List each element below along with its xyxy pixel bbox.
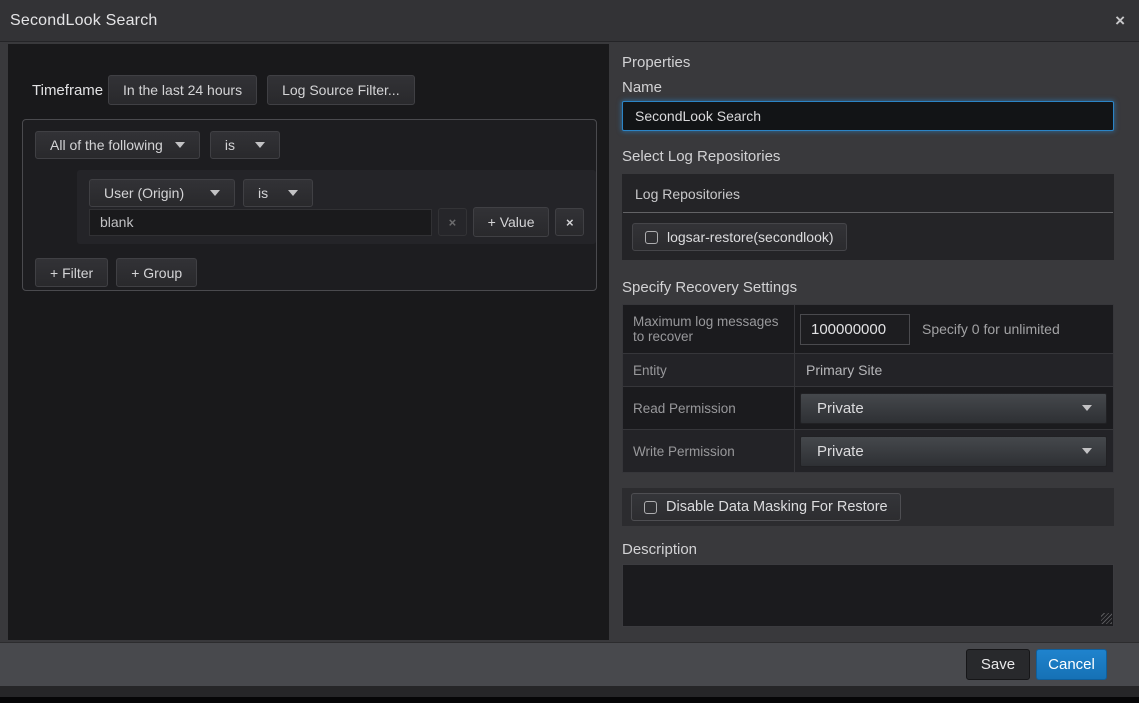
entity-value: Primary Site — [800, 362, 882, 378]
data-masking-strip: Disable Data Masking For Restore — [622, 488, 1114, 526]
log-repositories-title: Log Repositories — [623, 174, 1113, 213]
rule-condition-dropdown[interactable]: is — [243, 179, 313, 207]
recovery-settings-table: Maximum log messages to recover Specify … — [622, 304, 1114, 473]
rule-field-dropdown[interactable]: User (Origin) — [89, 179, 235, 207]
filter-value-row: × + Value × — [89, 207, 584, 237]
description-wrap — [622, 564, 1114, 627]
dialog-footer: Save Cancel — [0, 642, 1139, 686]
background-strip — [0, 697, 1139, 703]
table-row-entity: Entity Primary Site — [623, 354, 1113, 387]
recovery-section-label: Specify Recovery Settings — [622, 279, 1114, 296]
filter-rule-row: User (Origin) is — [89, 179, 584, 207]
close-icon[interactable]: × — [1115, 12, 1125, 29]
group-condition-value: is — [225, 137, 235, 153]
rule-condition-value: is — [258, 185, 268, 201]
dialog-title: SecondLook Search — [10, 12, 158, 30]
read-permission-dropdown[interactable]: Private — [800, 393, 1107, 424]
filter-group-box: All of the following is User (Origin) is — [22, 119, 597, 291]
repositories-section-label: Select Log Repositories — [622, 148, 1114, 165]
max-messages-label: Maximum log messages to recover — [623, 305, 795, 353]
remove-value-button[interactable]: × — [438, 208, 467, 236]
properties-panel: Properties Name Select Log Repositories … — [622, 54, 1114, 627]
group-operator-value: All of the following — [50, 137, 163, 153]
chevron-down-icon — [1082, 405, 1092, 411]
add-group-button[interactable]: + Group — [116, 258, 197, 287]
name-input[interactable] — [622, 101, 1114, 131]
remove-icon: × — [566, 215, 574, 230]
write-permission-dropdown[interactable]: Private — [800, 436, 1107, 467]
filter-rule-box: User (Origin) is × + Value × — [77, 170, 596, 244]
max-messages-hint: Specify 0 for unlimited — [922, 321, 1060, 337]
dialog-titlebar: SecondLook Search × — [0, 0, 1139, 42]
checkbox-icon — [644, 501, 657, 514]
name-label: Name — [622, 79, 1114, 96]
save-button[interactable]: Save — [966, 649, 1030, 680]
max-messages-input[interactable] — [800, 314, 910, 345]
remove-icon: × — [449, 215, 457, 230]
repository-checkbox-item[interactable]: logsar-restore(secondlook) — [632, 223, 847, 251]
description-label: Description — [622, 541, 1114, 558]
rule-value-input[interactable] — [89, 209, 432, 236]
chevron-down-icon — [288, 190, 298, 196]
log-repositories-panel: Log Repositories logsar-restore(secondlo… — [622, 174, 1114, 260]
remove-filter-button[interactable]: × — [555, 208, 584, 236]
rule-field-value: User (Origin) — [104, 185, 184, 201]
chevron-down-icon — [175, 142, 185, 148]
add-value-button[interactable]: + Value — [473, 207, 550, 237]
disable-data-masking-label: Disable Data Masking For Restore — [666, 499, 888, 515]
add-filter-button[interactable]: + Filter — [35, 258, 108, 287]
filter-group-row: All of the following is — [35, 131, 584, 159]
read-permission-value: Private — [817, 400, 864, 417]
entity-label: Entity — [623, 354, 795, 386]
checkbox-icon — [645, 231, 658, 244]
timeframe-label: Timeframe — [32, 82, 108, 99]
search-criteria-panel: Timeframe In the last 24 hours Log Sourc… — [8, 44, 609, 640]
chevron-down-icon — [255, 142, 265, 148]
repository-item-label: logsar-restore(secondlook) — [667, 229, 834, 245]
cancel-button[interactable]: Cancel — [1036, 649, 1107, 680]
chevron-down-icon — [1082, 448, 1092, 454]
log-source-filter-button[interactable]: Log Source Filter... — [267, 75, 415, 105]
table-row-read-permission: Read Permission Private — [623, 387, 1113, 430]
write-permission-label: Write Permission — [623, 430, 795, 472]
dialog-bottom-edge — [0, 686, 1139, 697]
properties-section-label: Properties — [622, 54, 1114, 71]
chevron-down-icon — [210, 190, 220, 196]
timeframe-row: Timeframe In the last 24 hours Log Sourc… — [32, 75, 593, 105]
timeframe-button[interactable]: In the last 24 hours — [108, 75, 257, 105]
disable-data-masking-checkbox[interactable]: Disable Data Masking For Restore — [631, 493, 901, 521]
read-permission-label: Read Permission — [623, 387, 795, 429]
table-row-write-permission: Write Permission Private — [623, 430, 1113, 473]
add-buttons-row: + Filter + Group — [35, 258, 584, 287]
table-row-max-messages: Maximum log messages to recover Specify … — [623, 305, 1113, 354]
description-textarea[interactable] — [622, 564, 1114, 627]
group-operator-dropdown[interactable]: All of the following — [35, 131, 200, 159]
group-condition-dropdown[interactable]: is — [210, 131, 280, 159]
write-permission-value: Private — [817, 443, 864, 460]
